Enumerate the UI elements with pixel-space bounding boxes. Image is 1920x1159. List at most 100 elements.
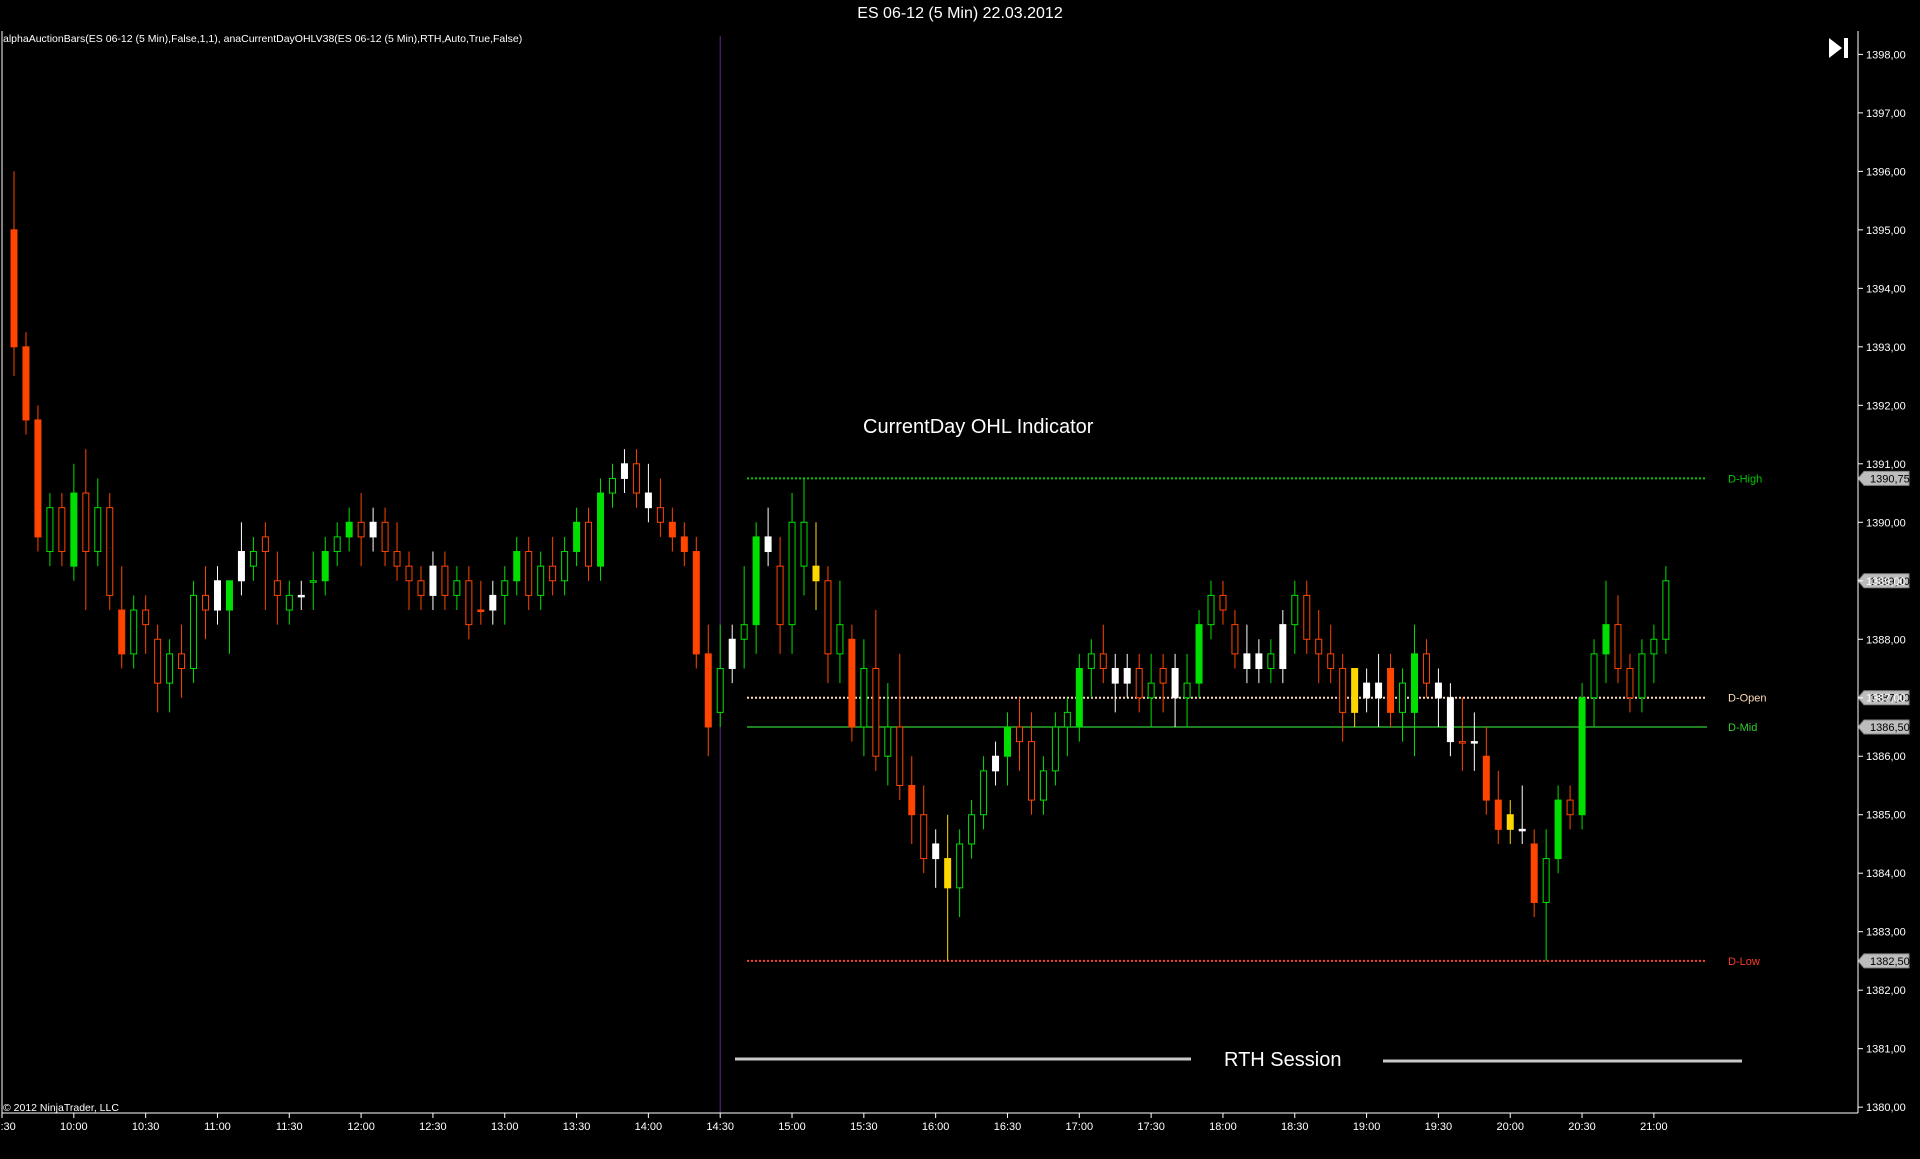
candle-body [202,594,210,611]
candle-body [812,565,820,582]
candle-body [130,609,138,655]
candle-body [1159,668,1167,684]
candle-body [704,653,712,728]
candle-body [453,580,461,596]
candle-body [501,580,509,596]
candle-body [213,580,221,611]
candle-body [477,609,485,613]
y-tick-label: 1390,00 [1866,517,1906,529]
candle-body [225,580,233,611]
candle-body [1039,770,1047,801]
candle-body [441,565,449,596]
x-tick-label: 17:30 [1137,1121,1165,1133]
y-tick-label: 1380,00 [1866,1102,1906,1114]
candle-body [764,536,772,553]
y-tick-label: 1384,00 [1866,868,1906,880]
candlestick-chart[interactable]: D-High 1390,75 D-Open 1387,00 D-Mid 1386,50 D-… [0,28,1920,1159]
candle-body [668,521,676,538]
candle-body [1351,668,1359,713]
candle [106,493,114,611]
candle-body [1135,668,1143,699]
x-tick-label: 19:30 [1425,1121,1453,1133]
candle-body [1650,638,1658,655]
candle-body [1279,624,1287,670]
candle-body [597,492,605,567]
x-tick-label: 15:00 [778,1121,806,1133]
candle-body [118,609,126,655]
candle-body [1458,741,1466,744]
candle-body [1446,697,1454,743]
candle [692,536,700,669]
candle-body [405,565,413,582]
candle-body [1303,594,1311,640]
candle-body [1494,799,1502,830]
candle-body [46,507,54,553]
x-tick-label: 12:30 [419,1121,447,1133]
candle-body [956,843,964,889]
y-tick-label: 1397,00 [1866,108,1906,120]
candle-body [848,638,856,728]
candle-body [1387,668,1395,713]
candle-body [333,536,341,553]
x-tick-label: 10:00 [60,1121,88,1133]
candle-body [429,565,437,596]
y-tick-label: 1385,00 [1866,810,1906,822]
candle-body [752,536,760,626]
candle-body [992,755,1000,772]
candle-body [190,594,198,670]
candle-body [417,580,425,596]
chart-panel[interactable]: D-High 1390,75 D-Open 1387,00 D-Mid 1386,50 D-… [0,28,1920,1159]
candle-body [1231,624,1239,655]
y-tick-label: 1391,00 [1866,459,1906,471]
candle-body [58,507,66,553]
candle-body [692,551,700,655]
price-tag-d-high: 1390,75 [1857,470,1910,486]
y-tick-label: 1386,00 [1866,751,1906,763]
candle-body [932,843,940,860]
candle-body [1327,653,1335,670]
candle-body [309,580,317,583]
candle-body [381,521,389,553]
candle-body [644,492,652,509]
y-tick-label: 1389,00 [1866,576,1906,588]
y-tick-label: 1394,00 [1866,283,1906,295]
price-tag-value: 1390,75 [1870,473,1910,485]
candle-body [836,624,844,655]
x-tick-label: 11:00 [204,1121,231,1133]
candle-body [609,477,616,494]
candle-body [261,536,269,553]
candle-body [1363,682,1371,699]
candle-body [1255,653,1263,670]
candle-body [1015,726,1023,743]
candle-body [1195,624,1203,684]
candle-body [585,521,593,567]
candle-body [70,492,78,567]
candle-body [489,594,497,611]
x-tick-label: 18:30 [1281,1121,1309,1133]
candle-body [465,580,473,626]
x-tick-label: 20:00 [1496,1121,1524,1133]
candle-body [1027,741,1035,801]
candle-body [10,229,18,348]
candle-body [1614,624,1622,670]
copyright-text: © 2012 NinjaTrader, LLC [3,1102,119,1114]
candle-body [1590,653,1598,699]
candle-body [154,638,162,684]
candle-body [1518,828,1526,832]
candle-body [1315,638,1323,655]
candle-body [178,653,186,670]
candle-body [1422,653,1430,684]
x-tick-label: 16:00 [922,1121,950,1133]
candle-body [620,463,628,479]
candle-body [1410,653,1418,713]
candle-body [944,858,952,889]
candle-body [22,346,30,421]
level-label-d-high: D-High [1728,473,1762,485]
candle-body [872,668,880,757]
y-tick-label: 1396,00 [1866,166,1906,178]
candle-body [1399,682,1407,713]
candle-body [1602,624,1610,655]
candle-body [1171,668,1179,699]
price-tag-value: 1382,50 [1870,956,1910,968]
candle-body [1063,711,1071,728]
